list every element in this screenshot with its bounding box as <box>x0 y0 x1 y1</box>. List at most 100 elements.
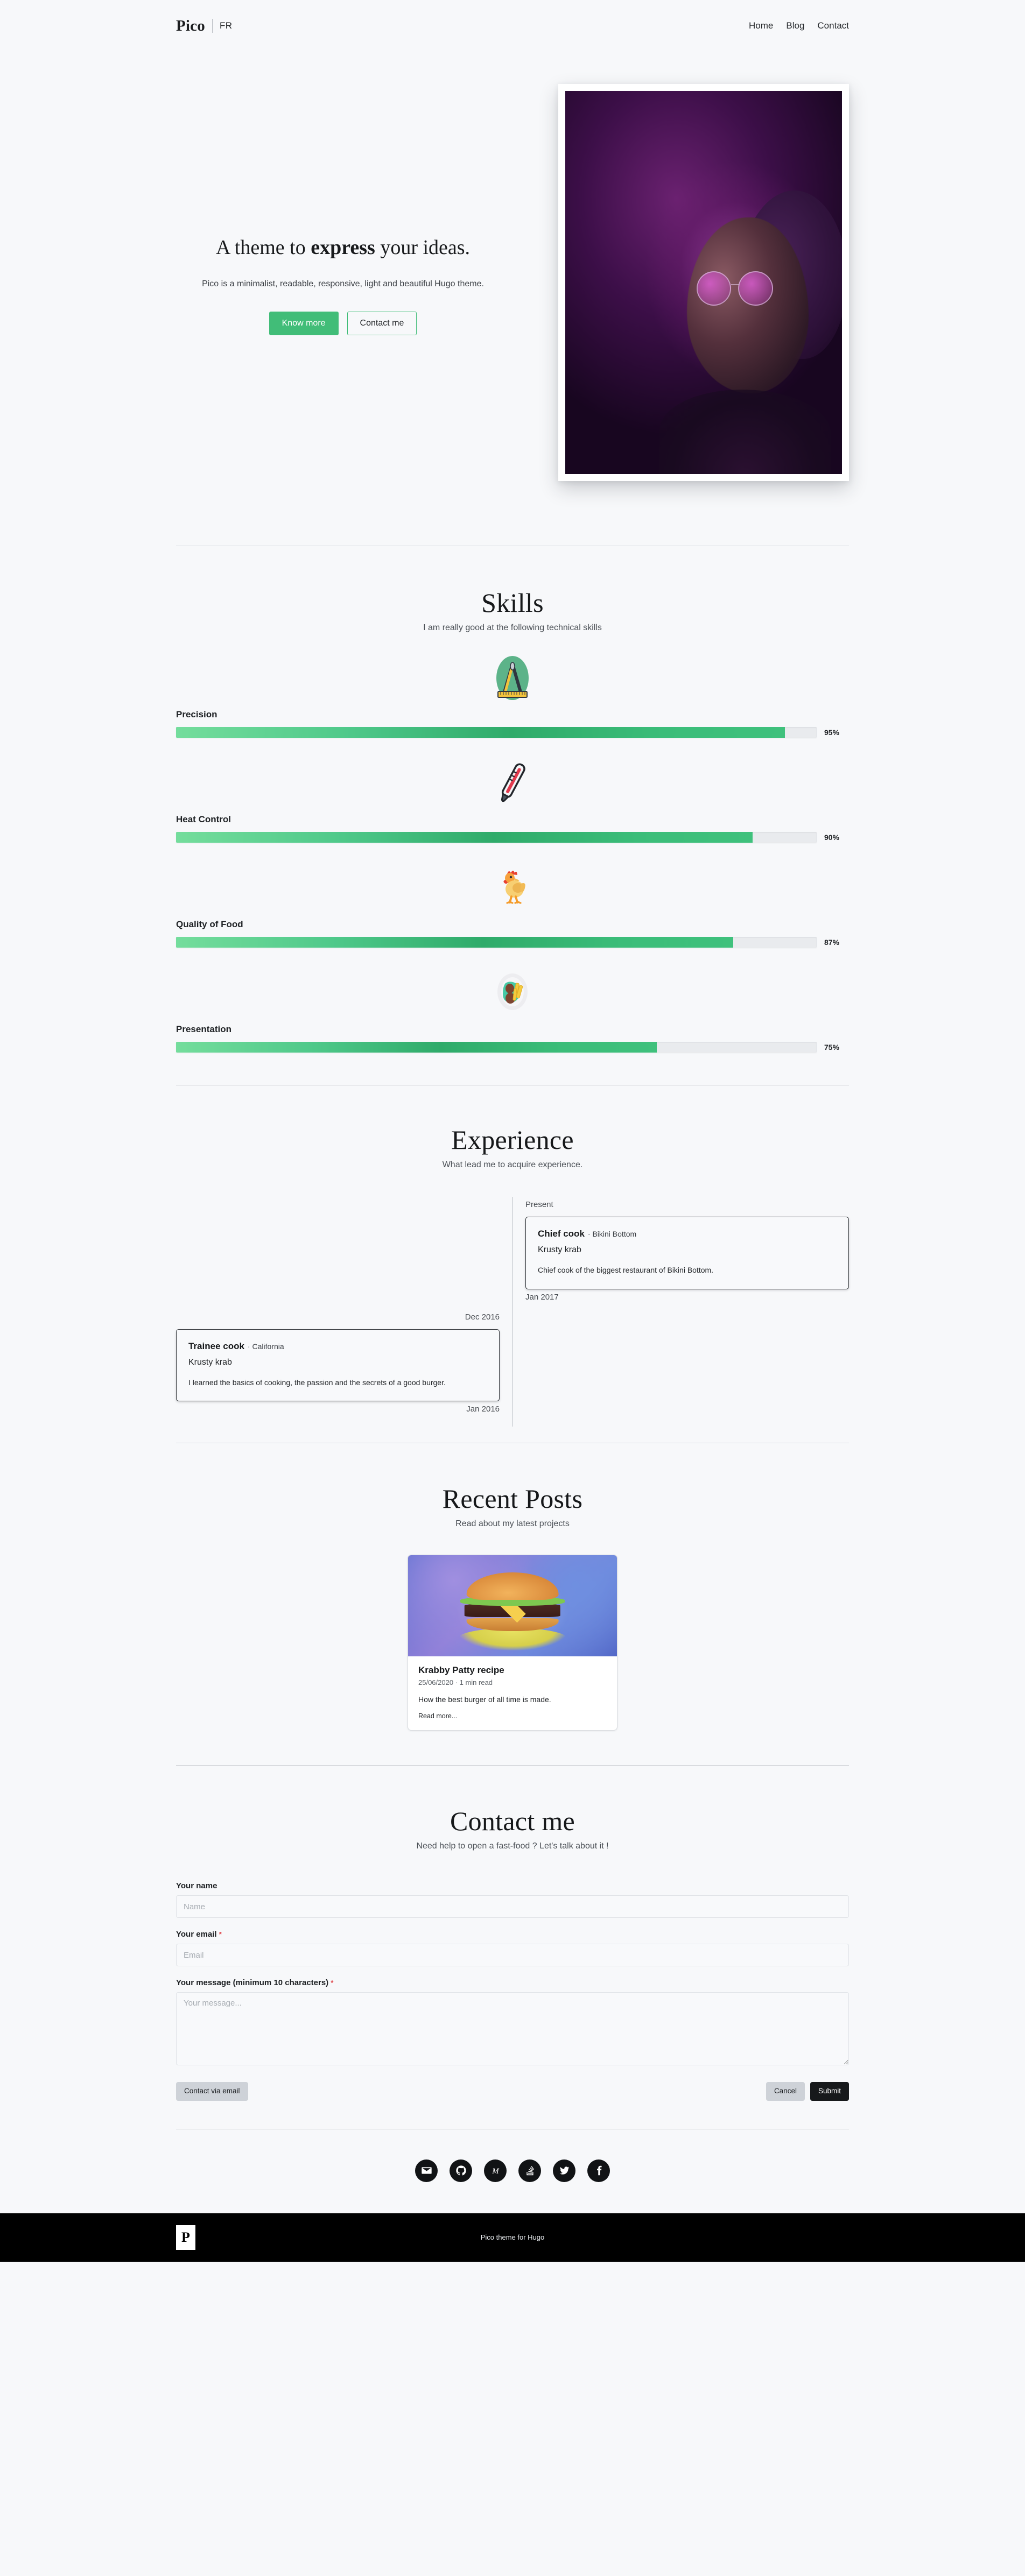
brand-logo[interactable]: Pico <box>176 17 205 35</box>
know-more-button[interactable]: Know more <box>269 311 339 335</box>
cancel-button[interactable]: Cancel <box>766 2082 805 2101</box>
skill-progress-fill <box>176 832 753 843</box>
github-icon[interactable] <box>450 2159 472 2182</box>
svg-text:M: M <box>492 2167 500 2176</box>
hero-title: A theme to express your ideas. <box>176 235 510 261</box>
experience-role: Trainee cook <box>188 1340 244 1351</box>
contact-header: Contact me Need help to open a fast-food… <box>176 1805 849 1851</box>
posts-header: Recent Posts Read about my latest projec… <box>176 1483 849 1529</box>
contact-title: Contact me <box>450 1806 575 1837</box>
required-marker: * <box>219 1930 222 1939</box>
contact-section: Contact me Need help to open a fast-food… <box>176 1766 849 2128</box>
nav-item-contact[interactable]: Contact <box>817 20 849 31</box>
portrait-glasses-right <box>738 271 773 306</box>
hero-photo-frame <box>558 84 849 481</box>
brand: Pico FR <box>176 17 232 35</box>
nav-item-blog[interactable]: Blog <box>786 20 804 31</box>
experience-card: Trainee cook · California Krusty krab I l… <box>176 1329 500 1402</box>
compass-icon <box>488 652 537 702</box>
plate-icon <box>488 967 537 1017</box>
skill-icon-wrap <box>176 959 849 1024</box>
skill-percent: 90% <box>824 833 840 842</box>
email-icon[interactable] <box>415 2159 438 2182</box>
message-label-text: Your message (minimum 10 characters) <box>176 1978 329 1988</box>
experience-card: Chief cook · Bikini Bottom Krusty krab Ch… <box>525 1217 849 1289</box>
experience-timeline: Present Chief cook · Bikini Bottom Krusty… <box>176 1197 849 1427</box>
timeline-date-bottom: Jan 2016 <box>466 1405 500 1414</box>
experience-section: Experience What lead me to acquire exper… <box>176 1085 849 1443</box>
post-body: Krabby Patty recipe 25/06/2020 · 1 min r… <box>408 1656 617 1730</box>
language-toggle-fr[interactable]: FR <box>220 20 232 31</box>
field-name: Your name <box>176 1881 849 1918</box>
skill-label: Quality of Food <box>176 919 243 929</box>
post-title[interactable]: Krabby Patty recipe <box>418 1665 607 1676</box>
thumb-hands <box>458 1628 567 1651</box>
message-textarea[interactable] <box>176 1992 849 2066</box>
hero-subtitle: Pico is a minimalist, readable, responsi… <box>202 279 484 288</box>
hero-title-strong: express <box>311 236 375 259</box>
skill-item: Quality of Food 87% <box>176 855 849 948</box>
skills-header: Skills I am really good at the following… <box>176 587 849 633</box>
hero-title-post: your ideas. <box>375 236 471 259</box>
field-email: Your email * <box>176 1930 849 1967</box>
contact-me-button[interactable]: Contact me <box>347 311 417 335</box>
thumb-bun-top <box>466 1572 559 1600</box>
stackoverflow-icon[interactable] <box>518 2159 541 2182</box>
skill-progress-track <box>176 937 817 948</box>
portrait-glasses-left <box>697 271 732 306</box>
skill-progress-fill <box>176 937 734 948</box>
facebook-icon[interactable] <box>587 2159 610 2182</box>
skills-title: Skills <box>481 588 544 618</box>
skill-icon-wrap <box>176 750 849 814</box>
form-actions-right: Cancel Submit <box>766 2082 849 2101</box>
skills-section: Skills I am really good at the following… <box>176 546 849 1085</box>
social-links: M <box>0 2129 1025 2213</box>
hero-figure <box>558 84 849 481</box>
field-message: Your message (minimum 10 characters) * <box>176 1978 849 2068</box>
contact-form: Your name Your email * Your message (min… <box>176 1881 849 2101</box>
footer-logo[interactable]: P <box>176 2225 195 2250</box>
experience-title: Experience <box>451 1125 574 1155</box>
experience-company: Krusty krab <box>188 1357 232 1367</box>
timeline-entry: Present Chief cook · Bikini Bottom Krusty… <box>176 1197 849 1309</box>
portrait-glasses-bridge <box>731 284 739 285</box>
site-header: Pico FR Home Blog Contact <box>0 0 1025 52</box>
skill-bar-row: 87% <box>176 937 849 948</box>
hero-section: A theme to express your ideas. Pico is a… <box>0 52 1025 546</box>
skills-subtitle: I am really good at the following techni… <box>423 623 602 632</box>
skill-percent: 87% <box>824 938 840 947</box>
skill-item: Presentation 75% <box>176 959 849 1053</box>
form-actions: Contact via email Cancel Submit <box>176 2082 849 2101</box>
experience-location: · California <box>247 1342 284 1351</box>
chicken-icon <box>488 862 537 912</box>
experience-description: Chief cook of the biggest restaurant of … <box>538 1266 714 1274</box>
skill-label: Heat Control <box>176 814 231 824</box>
post-meta: 25/06/2020 · 1 min read <box>418 1678 493 1687</box>
hero-actions: Know more Contact me <box>176 311 510 335</box>
timeline-date-top: Present <box>525 1200 553 1209</box>
read-more-link[interactable]: Read more... <box>418 1712 607 1720</box>
timeline-entry: Dec 2016 Trainee cook · California Krusty… <box>176 1309 849 1422</box>
hero-text-block: A theme to express your ideas. Pico is a… <box>176 230 510 335</box>
skill-progress-fill <box>176 727 785 738</box>
twitter-icon[interactable] <box>553 2159 575 2182</box>
contact-via-email-button[interactable]: Contact via email <box>176 2082 248 2101</box>
skill-progress-fill <box>176 1042 657 1053</box>
skill-progress-track <box>176 1042 817 1053</box>
email-input[interactable] <box>176 1944 849 1967</box>
footer-credit: Pico theme for Hugo <box>480 2233 545 2242</box>
posts-subtitle: Read about my latest projects <box>455 1519 570 1529</box>
hero-portrait-image <box>565 91 842 474</box>
nav-item-home[interactable]: Home <box>749 20 773 31</box>
submit-button[interactable]: Submit <box>810 2082 849 2101</box>
medium-icon[interactable]: M <box>484 2159 507 2182</box>
hero-title-pre: A theme to <box>215 236 311 259</box>
main-nav: Home Blog Contact <box>749 20 849 31</box>
post-card[interactable]: Krabby Patty recipe 25/06/2020 · 1 min r… <box>408 1555 617 1731</box>
posts-grid: Krabby Patty recipe 25/06/2020 · 1 min r… <box>176 1555 849 1731</box>
skill-progress-track <box>176 832 817 843</box>
name-input[interactable] <box>176 1895 849 1918</box>
brand-separator <box>212 19 213 33</box>
experience-card-heading: Trainee cook · California <box>188 1341 487 1352</box>
skill-progress-track <box>176 727 817 738</box>
